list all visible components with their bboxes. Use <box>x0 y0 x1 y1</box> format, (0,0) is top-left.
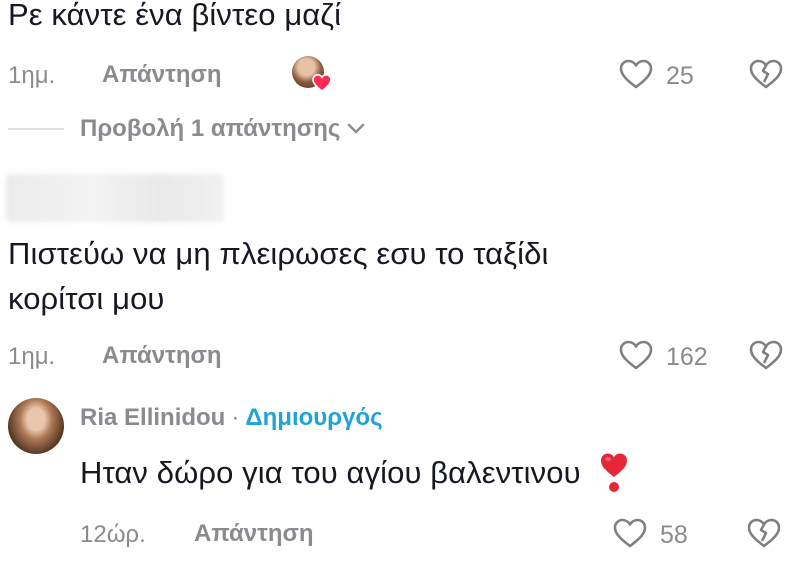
heart-outline-icon[interactable] <box>618 339 654 371</box>
reply-text-content: Ηταν δώρο για του αγίου βαλεντινου <box>80 455 581 490</box>
blurred-username <box>6 174 224 222</box>
comment-text-line-2: κορίτσι μου <box>8 281 165 316</box>
comment-timestamp: 1ημ. <box>8 343 56 370</box>
comment-text: Ρε κάντε ένα βίντεο μαζί <box>8 0 342 32</box>
reply-button[interactable]: Απάντηση <box>194 520 314 548</box>
creator-badge: Δημιουργός <box>245 404 383 431</box>
reply-timestamp: 12ώρ. <box>80 521 146 548</box>
like-count: 58 <box>660 521 688 549</box>
like-count: 162 <box>666 343 708 371</box>
view-replies-button[interactable]: Προβολή 1 απάντησης <box>80 115 366 143</box>
comment-text-line-1: Πιστεύω να μη πλειρωσες εσυ το ταξίδι <box>8 236 549 271</box>
reply-author-name[interactable]: Ria Ellinidou <box>80 404 225 432</box>
reply-text: Ηταν δώρο για του αγίου βαλεντινου <box>80 448 629 498</box>
reply-author-line: Ria Ellinidou · Δημιουργός <box>80 404 383 432</box>
chevron-down-icon <box>348 123 365 134</box>
view-replies-label: Προβολή 1 απάντησης <box>80 115 341 142</box>
reply-button[interactable]: Απάντηση <box>102 342 222 370</box>
creator-avatar[interactable] <box>8 398 64 454</box>
broken-heart-icon[interactable] <box>748 339 784 371</box>
heart-exclamation-emoji <box>599 451 629 495</box>
heart-outline-icon[interactable] <box>612 517 648 549</box>
author-separator: · <box>231 404 240 431</box>
reply-button[interactable]: Απάντηση <box>102 61 222 89</box>
like-count: 25 <box>666 62 694 90</box>
replies-divider-line <box>8 128 64 130</box>
broken-heart-icon[interactable] <box>746 517 782 549</box>
heart-outline-icon[interactable] <box>618 58 654 90</box>
comment-timestamp: 1ημ. <box>8 62 56 89</box>
broken-heart-icon[interactable] <box>748 58 784 90</box>
heart-filled-icon <box>312 74 332 92</box>
creator-liked-avatar <box>292 56 332 96</box>
